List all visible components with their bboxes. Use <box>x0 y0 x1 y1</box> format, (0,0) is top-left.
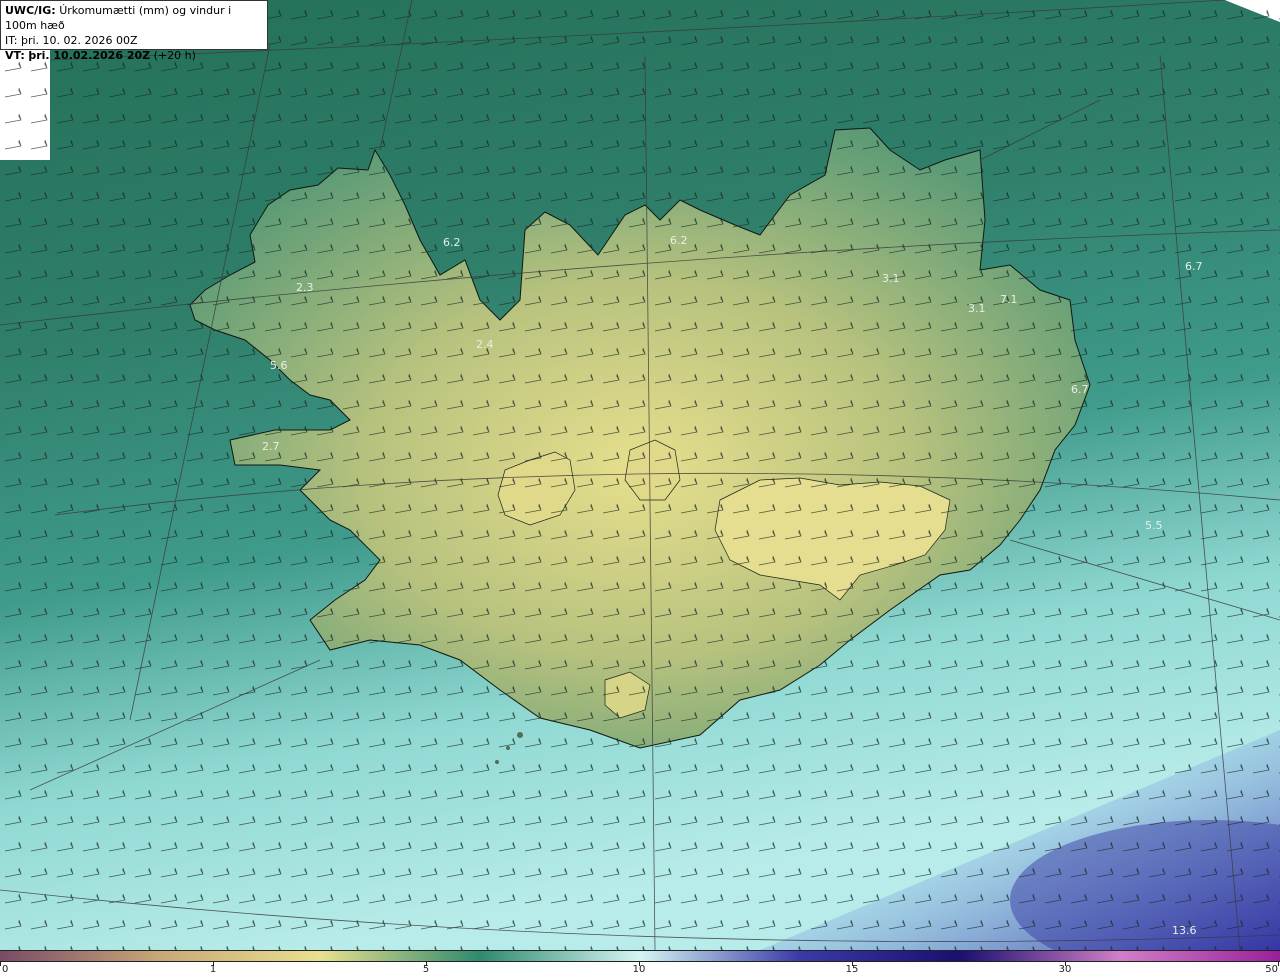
colorbar-tick-label: 50 <box>1265 964 1278 975</box>
map-value: 3.1 <box>968 302 986 315</box>
map-value: 6.7 <box>1185 260 1203 273</box>
map-viewer: 6.2 6.2 2.3 3.1 6.7 3.1 7.1 2.4 5.6 6.7 … <box>0 0 1280 978</box>
colorbar-tick <box>1278 962 1279 966</box>
map-value: 3.1 <box>882 272 900 285</box>
header-title-line: UWC/IG: Úrkomumætti (mm) og vindur i 100… <box>5 3 263 33</box>
colorbar-tick-label: 5 <box>422 964 430 975</box>
initial-time-line: IT: þri. 10. 02. 2026 00Z <box>5 33 263 48</box>
map-value: 5.6 <box>270 359 288 372</box>
map-value: 7.1 <box>1000 293 1018 306</box>
it-value: þri. 10. 02. 2026 00Z <box>20 34 138 47</box>
map-value: 2.4 <box>476 338 494 351</box>
colorbar-gradient <box>0 950 1280 962</box>
vt-value: þri. 10.02.2026 20Z <box>28 49 151 62</box>
colorbar-tick-label: 0 <box>2 964 9 975</box>
map-value: 6.2 <box>670 234 688 247</box>
map-value: 6.2 <box>443 236 461 249</box>
map-value: 5.5 <box>1145 519 1163 532</box>
map-header: UWC/IG: Úrkomumætti (mm) og vindur i 100… <box>0 0 268 62</box>
precipitation-wind-map: 6.2 6.2 2.3 3.1 6.7 3.1 7.1 2.4 5.6 6.7 … <box>0 0 1280 950</box>
vt-lead: (+20 h) <box>153 49 196 62</box>
colorbar-tick-label: 1 <box>209 964 217 975</box>
colorbar-tick-label: 15 <box>845 964 859 975</box>
map-value: 6.7 <box>1071 383 1089 396</box>
colorbar-tick-label: 30 <box>1058 964 1072 975</box>
map-value: 2.3 <box>296 281 314 294</box>
wind-barb-field <box>0 0 1280 950</box>
colorbar-tick <box>0 962 1 966</box>
it-label: IT: <box>5 34 18 47</box>
colorbar-tick-label: 10 <box>632 964 646 975</box>
map-value: 13.6 <box>1172 924 1197 937</box>
model-name: UWC/IG: <box>5 4 56 17</box>
vt-label: VT: <box>5 49 25 62</box>
valid-time-line: VT: þri. 10.02.2026 20Z (+20 h) <box>5 48 263 63</box>
colorbar: 0 1 5 10 15 30 50 <box>0 950 1280 978</box>
map-value: 2.7 <box>262 440 280 453</box>
